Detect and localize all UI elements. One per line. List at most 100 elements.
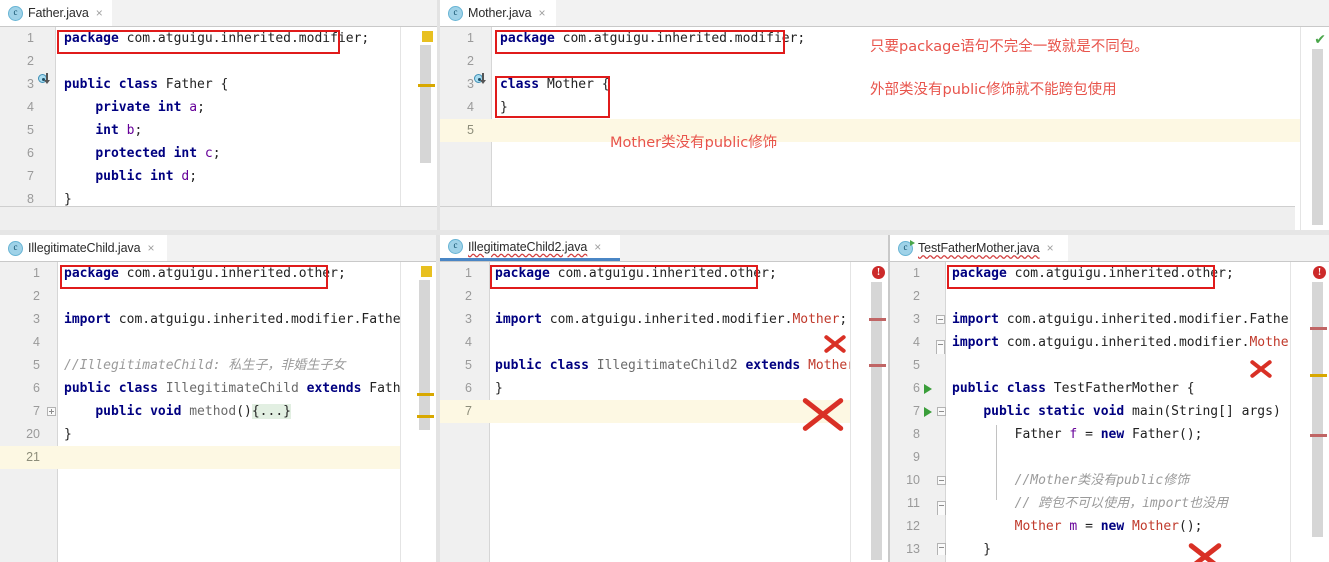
error-stripe-father[interactable] — [400, 27, 437, 230]
code-lines-illegitimate-child2: 1 package com.atguigu.inherited.other; 2… — [440, 262, 888, 562]
code-line: Mother m = new Mother(); — [1014, 519, 1203, 534]
stripe-mark-error-2[interactable] — [869, 364, 886, 367]
tab-mother-java[interactable]: c Mother.java × — [440, 0, 556, 26]
fold-collapse-icon-comment[interactable] — [937, 476, 946, 485]
line-number: 5 — [33, 358, 40, 372]
line-number: 2 — [467, 54, 474, 68]
run-class-icon[interactable] — [924, 384, 932, 394]
line-number: 2 — [27, 54, 34, 68]
editor-body-father[interactable]: 1 package com.atguigu.inherited.modifier… — [0, 27, 437, 230]
code-line: } — [500, 100, 508, 115]
code-line: } — [495, 381, 503, 396]
code-line: protected int c; — [95, 146, 221, 161]
java-class-icon: c — [8, 5, 23, 21]
annotation-package-note: 只要package语句不完全一致就是不同包。 — [870, 39, 1149, 55]
error-stripe-illegitimate-child2[interactable]: ! — [850, 262, 888, 562]
code-line: package com.atguigu.inherited.modifier; — [64, 31, 370, 46]
tab-label: Mother.java — [468, 6, 532, 20]
stripe-mark-error-2[interactable] — [1310, 434, 1327, 437]
tab-illegitimatechild2-java[interactable]: c IllegitimateChild2.java × — [440, 235, 620, 261]
error-stripe-mother[interactable]: ✔ — [1300, 27, 1329, 230]
close-icon[interactable]: × — [539, 7, 546, 19]
run-method-icon[interactable] — [924, 407, 932, 417]
editor-body-test-father-mother[interactable]: 1 package com.atguigu.inherited.other; 2… — [890, 262, 1329, 562]
tab-father-java[interactable]: c Father.java × — [0, 0, 112, 26]
panel-divider-vertical-bottom-2[interactable] — [888, 235, 890, 562]
close-icon[interactable]: × — [594, 241, 601, 253]
panel-divider-vertical-bottom-1[interactable] — [436, 235, 440, 562]
fold-expand-icon[interactable] — [47, 407, 56, 416]
line-number: 5 — [913, 358, 920, 372]
editor-body-illegitimate-child[interactable]: 1 package com.atguigu.inherited.other; 2… — [0, 262, 436, 562]
stripe-mark-warning[interactable] — [418, 84, 435, 87]
code-lines-illegitimate-child: 1 package com.atguigu.inherited.other; 2… — [0, 262, 436, 562]
scrollbar-thumb[interactable] — [419, 280, 430, 430]
error-stripe-illegitimate-child[interactable] — [400, 262, 436, 562]
stripe-mark-warning-2[interactable] — [417, 415, 434, 418]
annotation-public-note: 外部类没有public修饰就不能跨包使用 — [870, 82, 1117, 98]
scrollbar-thumb[interactable] — [871, 282, 882, 560]
fold-collapse-icon-main[interactable] — [937, 407, 946, 416]
stripe-mark-error[interactable] — [869, 318, 886, 321]
fold-end-icon-comment[interactable] — [937, 501, 946, 515]
line-number: 3 — [33, 312, 40, 326]
code-line: int b; — [95, 123, 143, 138]
stripe-mark-warning[interactable] — [417, 393, 434, 396]
stripe-mark-error[interactable] — [1310, 327, 1327, 330]
code-line: package com.atguigu.inherited.other; — [495, 266, 777, 281]
panel-divider-vertical-top[interactable] — [437, 0, 440, 230]
tabbar-mother: c Mother.java × — [440, 0, 1329, 27]
editor-panel-father: c Father.java × 1 package com.atguigu.in… — [0, 0, 437, 230]
code-line: public static void main(String[] args) { — [983, 404, 1297, 419]
tab-illegitimatechild-java[interactable]: c IllegitimateChild.java × — [0, 235, 167, 261]
line-number: 13 — [906, 542, 920, 556]
line-number: 7 — [913, 404, 920, 418]
fold-end-icon-main[interactable] — [937, 543, 946, 555]
code-lines-father: 1 package com.atguigu.inherited.modifier… — [0, 27, 437, 230]
scrollbar-thumb[interactable] — [1312, 49, 1323, 225]
warning-square-marker[interactable] — [422, 31, 433, 42]
java-class-icon: c — [448, 5, 463, 21]
tab-testfathermother-java[interactable]: c TestFatherMother.java × — [890, 235, 1068, 261]
line-number: 1 — [467, 31, 474, 45]
close-icon[interactable]: × — [1047, 242, 1054, 254]
implemented-marker-icon[interactable] — [474, 73, 485, 84]
line-number: 7 — [27, 169, 34, 183]
close-icon[interactable]: × — [147, 242, 154, 254]
line-number: 7 — [33, 404, 40, 418]
code-line: package com.atguigu.inherited.other; — [64, 266, 346, 281]
code-line: //Mother类没有public修饰 — [952, 473, 1190, 488]
tabbar-illegitimate-child: c IllegitimateChild.java × — [0, 235, 436, 262]
line-number: 10 — [906, 473, 920, 487]
warning-square-marker[interactable] — [421, 266, 432, 277]
scrollbar-thumb[interactable] — [420, 45, 431, 163]
editor-body-mother[interactable]: 1 package com.atguigu.inherited.modifier… — [440, 27, 1329, 230]
code-line: import com.atguigu.inherited.modifier.Mo… — [952, 335, 1304, 350]
tabbar-father: c Father.java × — [0, 0, 437, 27]
implemented-marker-icon[interactable] — [38, 73, 49, 84]
code-line: public int d; — [95, 169, 198, 184]
tab-label: IllegitimateChild2.java — [468, 239, 588, 254]
line-number: 12 — [906, 519, 920, 533]
stripe-mark-warning[interactable] — [1310, 374, 1327, 377]
code-line: import com.atguigu.inherited.modifier.Fa… — [952, 312, 1305, 327]
java-class-icon: c — [8, 240, 23, 256]
close-icon[interactable]: × — [96, 7, 103, 19]
line-number: 3 — [913, 312, 920, 326]
editor-body-illegitimate-child2[interactable]: 1 package com.atguigu.inherited.other; 2… — [440, 262, 888, 562]
line-number: 3 — [27, 77, 34, 91]
error-count-icon[interactable]: ! — [872, 266, 885, 279]
line-number: 6 — [33, 381, 40, 395]
error-count-icon[interactable]: ! — [1313, 266, 1326, 279]
fold-collapse-icon[interactable] — [936, 315, 945, 324]
fold-end-icon[interactable] — [936, 340, 945, 354]
tabbar-test-father-mother: c TestFatherMother.java × — [890, 235, 1329, 262]
editor-panel-illegitimate-child2: c IllegitimateChild2.java × 1 package co… — [440, 235, 888, 562]
annotation-mother-no-public: Mother类没有public修饰 — [610, 135, 778, 151]
error-stripe-test-father-mother[interactable]: ! — [1290, 262, 1329, 562]
scrollbar-thumb[interactable] — [1312, 282, 1323, 537]
line-number: 1 — [913, 266, 920, 280]
